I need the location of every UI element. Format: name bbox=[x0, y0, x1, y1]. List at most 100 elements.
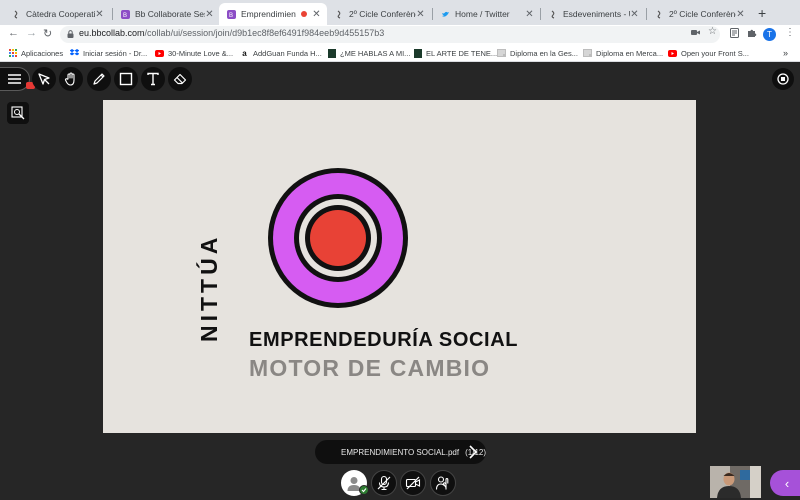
univ-icon bbox=[335, 10, 344, 19]
browser-window: Càtedra Cooperativas ✕ B Bb Collaborate … bbox=[0, 0, 800, 500]
bookmark-label: Aplicaciones bbox=[21, 48, 64, 58]
camera-off-icon bbox=[405, 476, 421, 490]
book-icon bbox=[413, 48, 422, 58]
bookmarks-overflow-icon[interactable]: » bbox=[783, 47, 788, 59]
back-icon[interactable]: ← bbox=[8, 27, 19, 39]
bookmark-item[interactable]: Open your Front S... bbox=[668, 47, 749, 59]
zoom-icon bbox=[11, 106, 25, 120]
tab-strip: Càtedra Cooperativas ✕ B Bb Collaborate … bbox=[0, 0, 800, 25]
tab-bb-collaborate[interactable]: B Bb Collaborate Sessio ✕ bbox=[113, 3, 220, 25]
shape-icon bbox=[119, 72, 133, 86]
shape-tool-button[interactable] bbox=[114, 67, 138, 91]
twitter-icon bbox=[441, 10, 450, 19]
profile-avatar[interactable]: T bbox=[763, 28, 776, 41]
address-bar[interactable]: eu.bbcollab.com/collab/ui/session/join/d… bbox=[60, 26, 720, 43]
tab-cicle-conferencies[interactable]: 2º Cicle Conferències ✕ bbox=[327, 3, 431, 25]
bookmark-label: Diploma en la Ges... bbox=[510, 48, 578, 58]
slide-subtitle: MOTOR DE CAMBIO bbox=[249, 355, 491, 381]
url-path: /collab/ui/session/join/d9b1ec8f8ef6491f… bbox=[144, 28, 385, 38]
bookmark-label: Diploma en Merca... bbox=[596, 48, 664, 58]
target-logo bbox=[268, 168, 408, 308]
bookmark-item[interactable]: EL ARTE DE TENE... bbox=[413, 47, 497, 59]
close-icon[interactable]: ✕ bbox=[416, 9, 425, 20]
stop-icon bbox=[777, 73, 789, 85]
raise-hand-button[interactable] bbox=[430, 470, 456, 496]
close-icon[interactable]: ✕ bbox=[736, 9, 745, 20]
svg-text:B: B bbox=[229, 13, 233, 19]
eraser-tool-button[interactable] bbox=[168, 67, 192, 91]
file-navigator: EMPRENDIMIENTO SOCIAL.pdf (1/12) bbox=[315, 440, 486, 464]
bookmark-item[interactable]: Diploma en Merca... bbox=[583, 47, 663, 59]
more-vert-icon[interactable]: ⋮ bbox=[785, 27, 795, 38]
stop-sharing-button[interactable] bbox=[772, 68, 794, 90]
book-icon bbox=[327, 48, 336, 58]
eraser-icon bbox=[173, 73, 187, 85]
camera-in-use-icon[interactable] bbox=[691, 28, 700, 40]
extension-page-icon[interactable] bbox=[730, 28, 739, 41]
forward-icon[interactable]: → bbox=[26, 27, 37, 39]
url-text: eu.bbcollab.com/collab/ui/session/join/d… bbox=[79, 28, 384, 38]
tab-catedra[interactable]: Càtedra Cooperativas ✕ bbox=[4, 3, 110, 25]
tab-title: Càtedra Cooperativas bbox=[26, 9, 95, 19]
close-icon[interactable]: ✕ bbox=[630, 9, 639, 20]
close-icon[interactable]: ✕ bbox=[312, 9, 321, 20]
page-icon bbox=[583, 49, 592, 58]
bookmark-label: 30-Minute Love &... bbox=[168, 48, 234, 58]
tab-title: 2º Cicle Conferències bbox=[349, 9, 416, 19]
pan-hand-icon bbox=[64, 72, 75, 86]
bookmark-label: Open your Front S... bbox=[681, 48, 749, 58]
open-collaborate-panel-button[interactable]: ‹ bbox=[770, 470, 800, 496]
amazon-icon: a bbox=[242, 48, 247, 58]
recording-icon bbox=[301, 11, 307, 17]
bookmark-item[interactable]: 30-Minute Love &... bbox=[155, 47, 233, 59]
hand-raise-icon bbox=[435, 476, 449, 490]
bookmark-star-icon[interactable]: ☆ bbox=[708, 26, 717, 37]
close-icon[interactable]: ✕ bbox=[205, 9, 214, 20]
browser-toolbar: ← → ↻ eu.bbcollab.com/collab/ui/session/… bbox=[0, 25, 800, 44]
dropbox-icon bbox=[70, 49, 79, 58]
bookmark-item[interactable]: ¿ME HABLAS A MI... bbox=[327, 47, 410, 59]
youtube-icon bbox=[668, 49, 677, 58]
univ-icon bbox=[655, 10, 664, 19]
tab-esdeveniments[interactable]: Esdeveniments - Unive ✕ bbox=[541, 3, 645, 25]
bookmark-item[interactable]: Iniciar sesión - Dr... bbox=[70, 47, 147, 59]
bookmark-label: EL ARTE DE TENE... bbox=[426, 48, 498, 58]
bookmark-label: AddGuan Funda H... bbox=[253, 48, 322, 58]
microphone-off-icon bbox=[377, 475, 391, 491]
tab-emprendimiento[interactable]: B Emprendimiento S ✕ bbox=[219, 3, 327, 25]
slide-title: EMPRENDEDURÍA SOCIAL bbox=[249, 329, 519, 351]
tab-title: 2º Cicle Conferències bbox=[669, 9, 736, 19]
reload-icon[interactable]: ↻ bbox=[43, 27, 52, 40]
pencil-icon bbox=[93, 73, 105, 85]
next-page-icon[interactable] bbox=[467, 445, 479, 459]
new-tab-icon[interactable]: + bbox=[758, 5, 766, 21]
camera-toggle-button[interactable] bbox=[400, 470, 426, 496]
pointer-tool-button[interactable] bbox=[32, 67, 56, 91]
page-icon bbox=[497, 49, 506, 58]
pointer-icon bbox=[38, 73, 50, 85]
bookmark-item[interactable]: Aplicaciones bbox=[8, 47, 63, 59]
tab-title: Emprendimiento S bbox=[241, 9, 296, 19]
close-icon[interactable]: ✕ bbox=[95, 9, 104, 20]
pan-tool-button[interactable] bbox=[59, 67, 83, 91]
apps-grid-icon bbox=[8, 49, 17, 58]
zoom-fit-button[interactable] bbox=[7, 102, 29, 124]
bookmark-item[interactable]: Diploma en la Ges... bbox=[497, 47, 578, 59]
chevron-left-icon: ‹ bbox=[784, 475, 790, 491]
close-icon[interactable]: ✕ bbox=[525, 9, 534, 20]
univ-icon bbox=[549, 10, 558, 19]
extensions-puzzle-icon[interactable] bbox=[747, 28, 757, 41]
pencil-tool-button[interactable] bbox=[87, 67, 111, 91]
tab-twitter[interactable]: Home / Twitter ✕ bbox=[433, 3, 540, 25]
text-tool-button[interactable] bbox=[141, 67, 165, 91]
microphone-toggle-button[interactable] bbox=[371, 470, 397, 496]
youtube-icon bbox=[155, 49, 164, 58]
status-check-icon bbox=[359, 485, 369, 495]
bookmarks-bar: Aplicaciones Iniciar sesión - Dr... 30-M… bbox=[0, 44, 800, 62]
participant-video[interactable] bbox=[710, 466, 761, 498]
bb-icon: B bbox=[121, 9, 130, 19]
tab-cicle-conferencies-2[interactable]: 2º Cicle Conferències ✕ bbox=[647, 3, 751, 25]
tab-title: Home / Twitter bbox=[455, 9, 510, 19]
bookmark-item[interactable]: a AddGuan Funda H... bbox=[240, 47, 322, 59]
url-host: eu.bbcollab.com bbox=[79, 28, 145, 38]
